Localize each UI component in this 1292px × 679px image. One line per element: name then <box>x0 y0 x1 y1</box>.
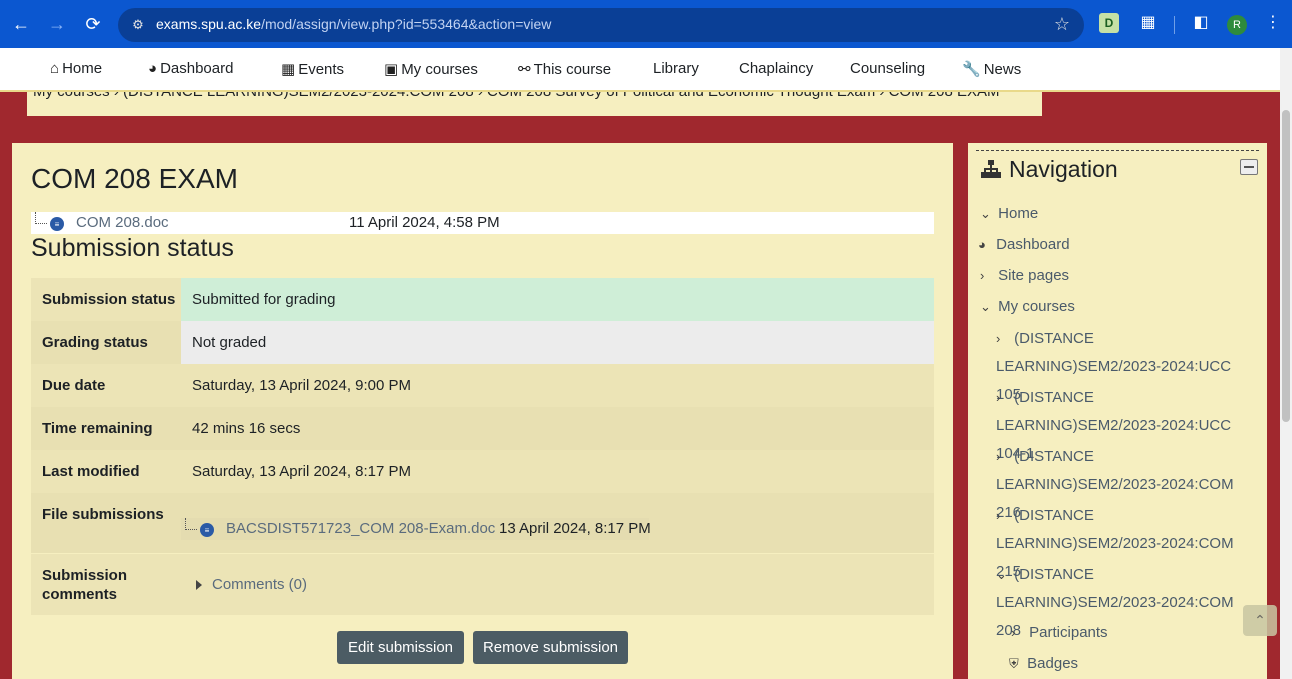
chevron-right-icon: › <box>996 331 1001 346</box>
row-label: Submission comments <box>42 566 128 603</box>
chevron-right-icon: › <box>980 268 985 283</box>
dashboard-icon: ◕ <box>148 60 158 77</box>
browser-toolbar: ← → ⟳ ⚙ exams.spu.ac.ke/mod/assign/view.… <box>0 0 1292 48</box>
nav-library[interactable]: Library <box>653 60 699 77</box>
intro-file-date: 11 April 2024, 4:58 PM <box>349 214 500 231</box>
intro-attachment: ≡ COM 208.doc 11 April 2024, 4:58 PM <box>31 212 934 234</box>
nav-my-courses[interactable]: ▣ My courses <box>384 60 478 79</box>
row-label: Time remaining <box>42 420 153 437</box>
side-panel-icon[interactable]: ◧ <box>1189 10 1213 34</box>
main-content: COM 208 EXAM ≡ COM 208.doc 11 April 2024… <box>12 143 953 679</box>
table-row: Last modified Saturday, 13 April 2024, 8… <box>31 450 934 493</box>
scroll-to-top-button[interactable]: ⌃ <box>1243 605 1277 636</box>
comments-toggle[interactable]: Comments (0) <box>196 554 307 615</box>
navigation-title: Navigation <box>1009 156 1118 182</box>
document-icon: ≡ <box>200 523 214 537</box>
calendar-icon: ▦ <box>281 61 296 78</box>
row-label: Grading status <box>42 334 148 351</box>
table-row: File submissions ≡ BACSDIST571723_COM 20… <box>31 493 934 553</box>
nav-chaplaincy[interactable]: Chaplaincy <box>739 60 813 77</box>
table-row: Due date Saturday, 13 April 2024, 9:00 P… <box>31 364 934 407</box>
row-label: Submission status <box>42 291 176 308</box>
intro-file-link[interactable]: COM 208.doc <box>76 214 169 231</box>
url-text[interactable]: exams.spu.ac.ke/mod/assign/view.php?id=5… <box>156 16 551 32</box>
nav-tree-dashboard[interactable]: ◕ Dashboard <box>978 236 1070 253</box>
page-title: COM 208 EXAM <box>31 163 238 194</box>
row-label: Last modified <box>42 463 140 480</box>
nav-this-course[interactable]: ⚯ This course <box>518 60 611 79</box>
chevron-right-icon: › <box>996 508 1001 523</box>
site-navbar: ⌂ Home ◕ Dashboard ▦ Events ▣ My courses ⚯ Th… <box>0 48 1280 92</box>
submission-status-heading: Submission status <box>31 234 234 262</box>
row-label: File submissions <box>42 506 164 523</box>
dashboard-icon: ◕ <box>978 237 986 252</box>
caret-right-icon <box>196 579 202 590</box>
extensions-puzzle-icon[interactable]: ▦ <box>1136 10 1160 34</box>
last-modified-value: Saturday, 13 April 2024, 8:17 PM <box>192 463 412 480</box>
extension-icon[interactable]: D <box>1099 13 1119 33</box>
navigation-block: Navigation ⌄ Home ◕ Dashboard › Site pag… <box>968 143 1267 679</box>
back-icon[interactable]: ← <box>3 6 39 42</box>
site-info-icon[interactable]: ⚙ <box>128 15 148 35</box>
sitemap-icon <box>981 160 1001 178</box>
scrollbar-thumb[interactable] <box>1282 110 1290 422</box>
nav-news[interactable]: 🔧 News <box>962 60 1021 79</box>
bookmark-star-icon[interactable]: ☆ <box>1054 14 1070 35</box>
due-date-value: Saturday, 13 April 2024, 9:00 PM <box>192 377 412 394</box>
briefcase-icon: ▣ <box>384 61 399 78</box>
shield-icon: ⛨ <box>1009 656 1019 671</box>
time-remaining-value: 42 mins 16 secs <box>192 420 301 437</box>
chevron-right-icon: › <box>1011 625 1016 640</box>
nav-home[interactable]: ⌂ Home <box>50 60 102 77</box>
tree-connector <box>35 212 47 224</box>
nav-tree-participants[interactable]: › Participants <box>1011 624 1108 641</box>
address-bar[interactable]: ⚙ exams.spu.ac.ke/mod/assign/view.php?id… <box>118 8 1084 42</box>
sitemap-icon: ⚯ <box>518 61 531 78</box>
row-label: Due date <box>42 377 106 394</box>
table-row: Submission comments Comments (0) <box>31 554 934 615</box>
chevron-down-icon: ⌄ <box>980 206 991 221</box>
tree-connector <box>185 518 197 530</box>
edit-submission-button[interactable]: Edit submission <box>337 631 464 664</box>
nav-tree-site-pages[interactable]: › Site pages <box>980 267 1069 284</box>
nav-counseling[interactable]: Counseling <box>850 60 925 77</box>
remove-submission-button[interactable]: Remove submission <box>473 631 628 664</box>
wrench-icon: 🔧 <box>962 61 981 78</box>
menu-kebab-icon[interactable]: ⋮ <box>1261 10 1285 34</box>
page-scrollbar[interactable] <box>1280 48 1292 679</box>
table-row: Grading status Not graded <box>31 321 934 364</box>
nav-tree-home[interactable]: ⌄ Home <box>980 205 1038 222</box>
chevron-up-icon: ⌃ <box>1254 612 1266 628</box>
chevron-down-icon: ⌄ <box>996 567 1007 582</box>
grading-value: Not graded <box>181 321 934 364</box>
nav-events[interactable]: ▦ Events <box>281 60 344 79</box>
table-row: Submission status Submitted for grading <box>31 278 934 321</box>
forward-icon[interactable]: → <box>39 6 75 42</box>
submitted-file-link[interactable]: BACSDIST571723_COM 208-Exam.doc <box>226 520 495 537</box>
chevron-right-icon: › <box>996 390 1001 405</box>
chevron-down-icon: ⌄ <box>980 299 991 314</box>
document-icon: ≡ <box>50 217 64 231</box>
toolbar-separator <box>1174 16 1175 34</box>
block-divider <box>976 150 1259 151</box>
chevron-right-icon: › <box>996 449 1001 464</box>
submitted-file: ≡ BACSDIST571723_COM 208-Exam.doc 13 Apr… <box>181 518 651 540</box>
table-row: Time remaining 42 mins 16 secs <box>31 407 934 450</box>
collapse-block-icon[interactable] <box>1240 159 1258 175</box>
home-icon: ⌂ <box>50 60 60 77</box>
submitted-file-date: 13 April 2024, 8:17 PM <box>499 520 651 537</box>
nav-tree-my-courses[interactable]: ⌄ My courses <box>980 298 1075 315</box>
reload-icon[interactable]: ⟳ <box>75 6 111 42</box>
nav-tree-badges[interactable]: ⛨ Badges <box>1009 655 1078 672</box>
nav-dashboard[interactable]: ◕ Dashboard <box>148 60 233 77</box>
profile-avatar[interactable]: R <box>1227 15 1247 35</box>
status-value: Submitted for grading <box>181 278 934 321</box>
